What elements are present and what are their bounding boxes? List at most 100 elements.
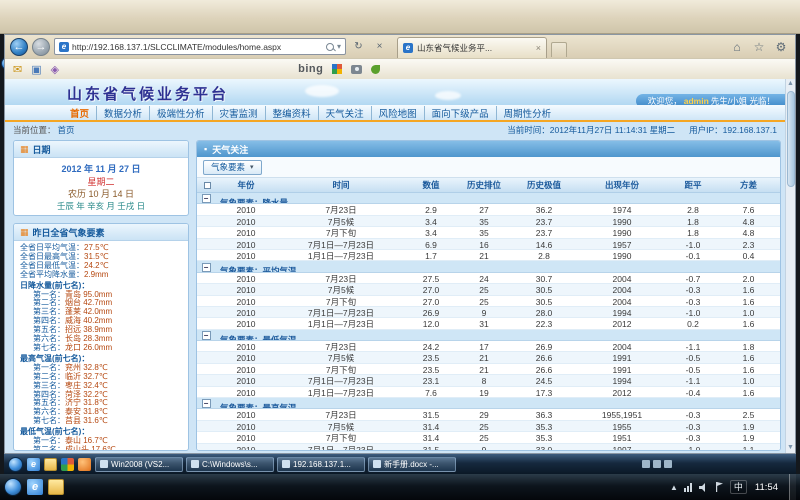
column-header[interactable]: 年份 <box>217 179 275 191</box>
column-header[interactable]: 历史极值 <box>513 179 575 191</box>
mail-icon[interactable]: ✉ <box>13 63 22 76</box>
table-row[interactable]: − 2010 7月1日—7月23日 6.9 16 14.6 195 <box>197 239 780 250</box>
search-icon[interactable] <box>326 43 334 51</box>
leaf-addon-icon[interactable] <box>371 65 380 74</box>
menu-item[interactable]: 整编资料 <box>265 106 318 120</box>
forward-button[interactable]: → <box>32 38 50 56</box>
group-expander-icon[interactable]: − <box>202 331 211 340</box>
taskbar-window-button[interactable]: 192.168.137.1... <box>277 457 365 472</box>
home-icon[interactable]: ⌂ <box>728 40 746 54</box>
address-bar[interactable]: e http://192.168.137.1/SLCCLIMATE/module… <box>54 38 346 55</box>
rank-line: 第七名： 龙口 26.0mm <box>20 344 182 353</box>
menu-item[interactable]: 首页 <box>63 106 96 120</box>
host-folder-icon[interactable] <box>48 479 64 495</box>
select-all-checkbox[interactable] <box>204 182 211 189</box>
column-header[interactable]: 时间 <box>275 179 407 191</box>
cell-value: 27.5 <box>407 274 455 284</box>
autocomplete-dropdown-icon[interactable]: ▾ <box>337 42 341 51</box>
menu-item[interactable]: 天气关注 <box>318 106 371 120</box>
group-expander-icon[interactable]: − <box>202 399 211 408</box>
taskbar-window-button[interactable]: Win2008 (VS2... <box>95 457 183 472</box>
stop-button[interactable]: × <box>371 38 388 55</box>
cell-variance: 7.6 <box>717 205 780 215</box>
taskbar-window-button[interactable]: 新手册.docx -... <box>368 457 456 472</box>
table-row[interactable]: − 2010 7月1日—7月23日 31.5 9 33.0 199 <box>197 444 780 450</box>
table-row[interactable]: − 2010 7月23日 31.5 29 36.3 1955,19 <box>197 409 780 420</box>
show-desktop-button[interactable] <box>789 474 796 500</box>
column-header[interactable]: 距平 <box>669 179 717 191</box>
volume-icon[interactable] <box>699 483 709 492</box>
image-addon-icon[interactable]: ▣ <box>31 63 41 76</box>
apps-grid-icon[interactable] <box>332 64 342 74</box>
cell-period: 1月1日—7月23日 <box>275 318 407 329</box>
table-row[interactable]: − 2010 7月下旬 31.4 25 35.3 1951 <box>197 432 780 443</box>
table-row[interactable]: − 2010 7月23日 27.5 24 30.7 2004 <box>197 273 780 284</box>
action-center-flag-icon[interactable] <box>715 482 724 492</box>
menu-item[interactable]: 面向下级产品 <box>424 106 496 120</box>
cell-extreme-year: 1997 <box>575 445 669 450</box>
favorites-star-icon[interactable]: ☆ <box>750 40 768 54</box>
url-text[interactable]: http://192.168.137.1/SLCCLIMATE/modules/… <box>72 42 323 52</box>
bing-logo[interactable]: bing <box>298 63 323 75</box>
menu-item[interactable]: 周期性分析 <box>496 106 559 120</box>
start-button[interactable] <box>8 457 23 472</box>
column-header[interactable]: 方差 <box>717 179 780 191</box>
cell-variance: 2.3 <box>717 240 780 250</box>
menu-item[interactable]: 数据分析 <box>96 106 149 120</box>
browser-tab[interactable]: e 山东省气候业务平... × <box>397 37 547 58</box>
refresh-button[interactable]: ↻ <box>350 38 367 55</box>
table-row[interactable]: − 2010 7月5候 23.5 21 26.6 1991 <box>197 352 780 363</box>
page-scrollbar[interactable]: ▲ ▼ <box>785 79 795 453</box>
cell-rank: 21 <box>455 353 513 363</box>
clock[interactable]: 11:54 <box>755 482 778 493</box>
table-row[interactable]: − 2010 7月5候 31.4 25 35.3 1955 <box>197 421 780 432</box>
scrollbar-thumb[interactable] <box>787 91 795 187</box>
group-expander-icon[interactable]: − <box>202 263 211 272</box>
back-button[interactable]: ← <box>10 38 28 56</box>
table-row[interactable]: − 2010 1月1日—7月23日 7.6 19 17.3 201 <box>197 387 780 398</box>
scroll-up-icon[interactable]: ▲ <box>787 79 794 89</box>
column-header[interactable]: 出现年份 <box>575 179 669 191</box>
apps-icon[interactable] <box>61 458 74 471</box>
menu-item[interactable]: 灾害监测 <box>212 106 265 120</box>
element-dropdown-button[interactable]: 气象要素 ▾ <box>203 160 262 175</box>
table-row[interactable]: − 2010 7月23日 24.2 17 26.9 2004 <box>197 341 780 352</box>
camera-addon-icon[interactable] <box>351 65 362 74</box>
network-icon[interactable] <box>684 483 693 492</box>
ie-icon[interactable]: e <box>27 458 40 471</box>
table-row[interactable]: − 气象要素：最低气温 <box>197 330 780 341</box>
table-row[interactable]: − 气象要素：降水量 <box>197 193 780 204</box>
host-ie-icon[interactable]: e <box>27 479 43 495</box>
column-header[interactable]: 数值 <box>407 179 455 191</box>
table-row[interactable]: − 气象要素：平均气温 <box>197 261 780 272</box>
taskbar-window-button[interactable]: C:\Windows\s... <box>186 457 274 472</box>
tray-expand-icon[interactable]: ▲ <box>670 483 678 492</box>
table-row[interactable]: − 2010 7月下旬 23.5 21 26.6 1991 <box>197 364 780 375</box>
table-row[interactable]: − 2010 7月5候 3.4 35 23.7 1990 <box>197 216 780 227</box>
new-tab-button[interactable] <box>551 42 567 57</box>
addon-diamond-icon[interactable]: ◈ <box>51 63 59 76</box>
media-player-icon[interactable] <box>78 458 91 471</box>
menu-item[interactable]: 风险地图 <box>371 106 424 120</box>
table-row[interactable]: − 2010 1月1日—7月23日 1.7 21 2.8 1990 <box>197 250 780 261</box>
table-row[interactable]: − 2010 7月下旬 27.0 25 30.5 2004 <box>197 296 780 307</box>
scroll-down-icon[interactable]: ▼ <box>787 443 794 453</box>
table-row[interactable]: − 2010 7月5候 27.0 25 30.5 2004 <box>197 284 780 295</box>
column-header[interactable]: 历史排位 <box>455 179 513 191</box>
tab-close-icon[interactable]: × <box>536 43 541 53</box>
table-row[interactable]: − 2010 7月下旬 3.4 35 23.7 1990 <box>197 227 780 238</box>
folder-icon[interactable] <box>44 458 57 471</box>
remote-tray-icons[interactable] <box>642 460 672 468</box>
table-row[interactable]: − 2010 7月23日 2.9 27 36.2 1974 <box>197 204 780 215</box>
host-start-button[interactable] <box>4 478 22 496</box>
table-row[interactable]: − 2010 7月1日—7月23日 26.9 9 28.0 199 <box>197 307 780 318</box>
cell-year: 2010 <box>217 376 275 386</box>
language-indicator[interactable]: 中 <box>730 480 747 494</box>
table-row[interactable]: − 2010 7月1日—7月23日 23.1 8 24.5 199 <box>197 375 780 386</box>
table-row[interactable]: − 气象要素：最高气温 <box>197 398 780 409</box>
table-row[interactable]: − 2010 1月1日—7月23日 12.0 31 22.3 20 <box>197 318 780 329</box>
tools-gear-icon[interactable]: ⚙ <box>772 40 790 54</box>
breadcrumb-value[interactable]: 首页 <box>58 124 75 136</box>
menu-item[interactable]: 极端性分析 <box>149 106 212 120</box>
group-expander-icon[interactable]: − <box>202 194 211 203</box>
